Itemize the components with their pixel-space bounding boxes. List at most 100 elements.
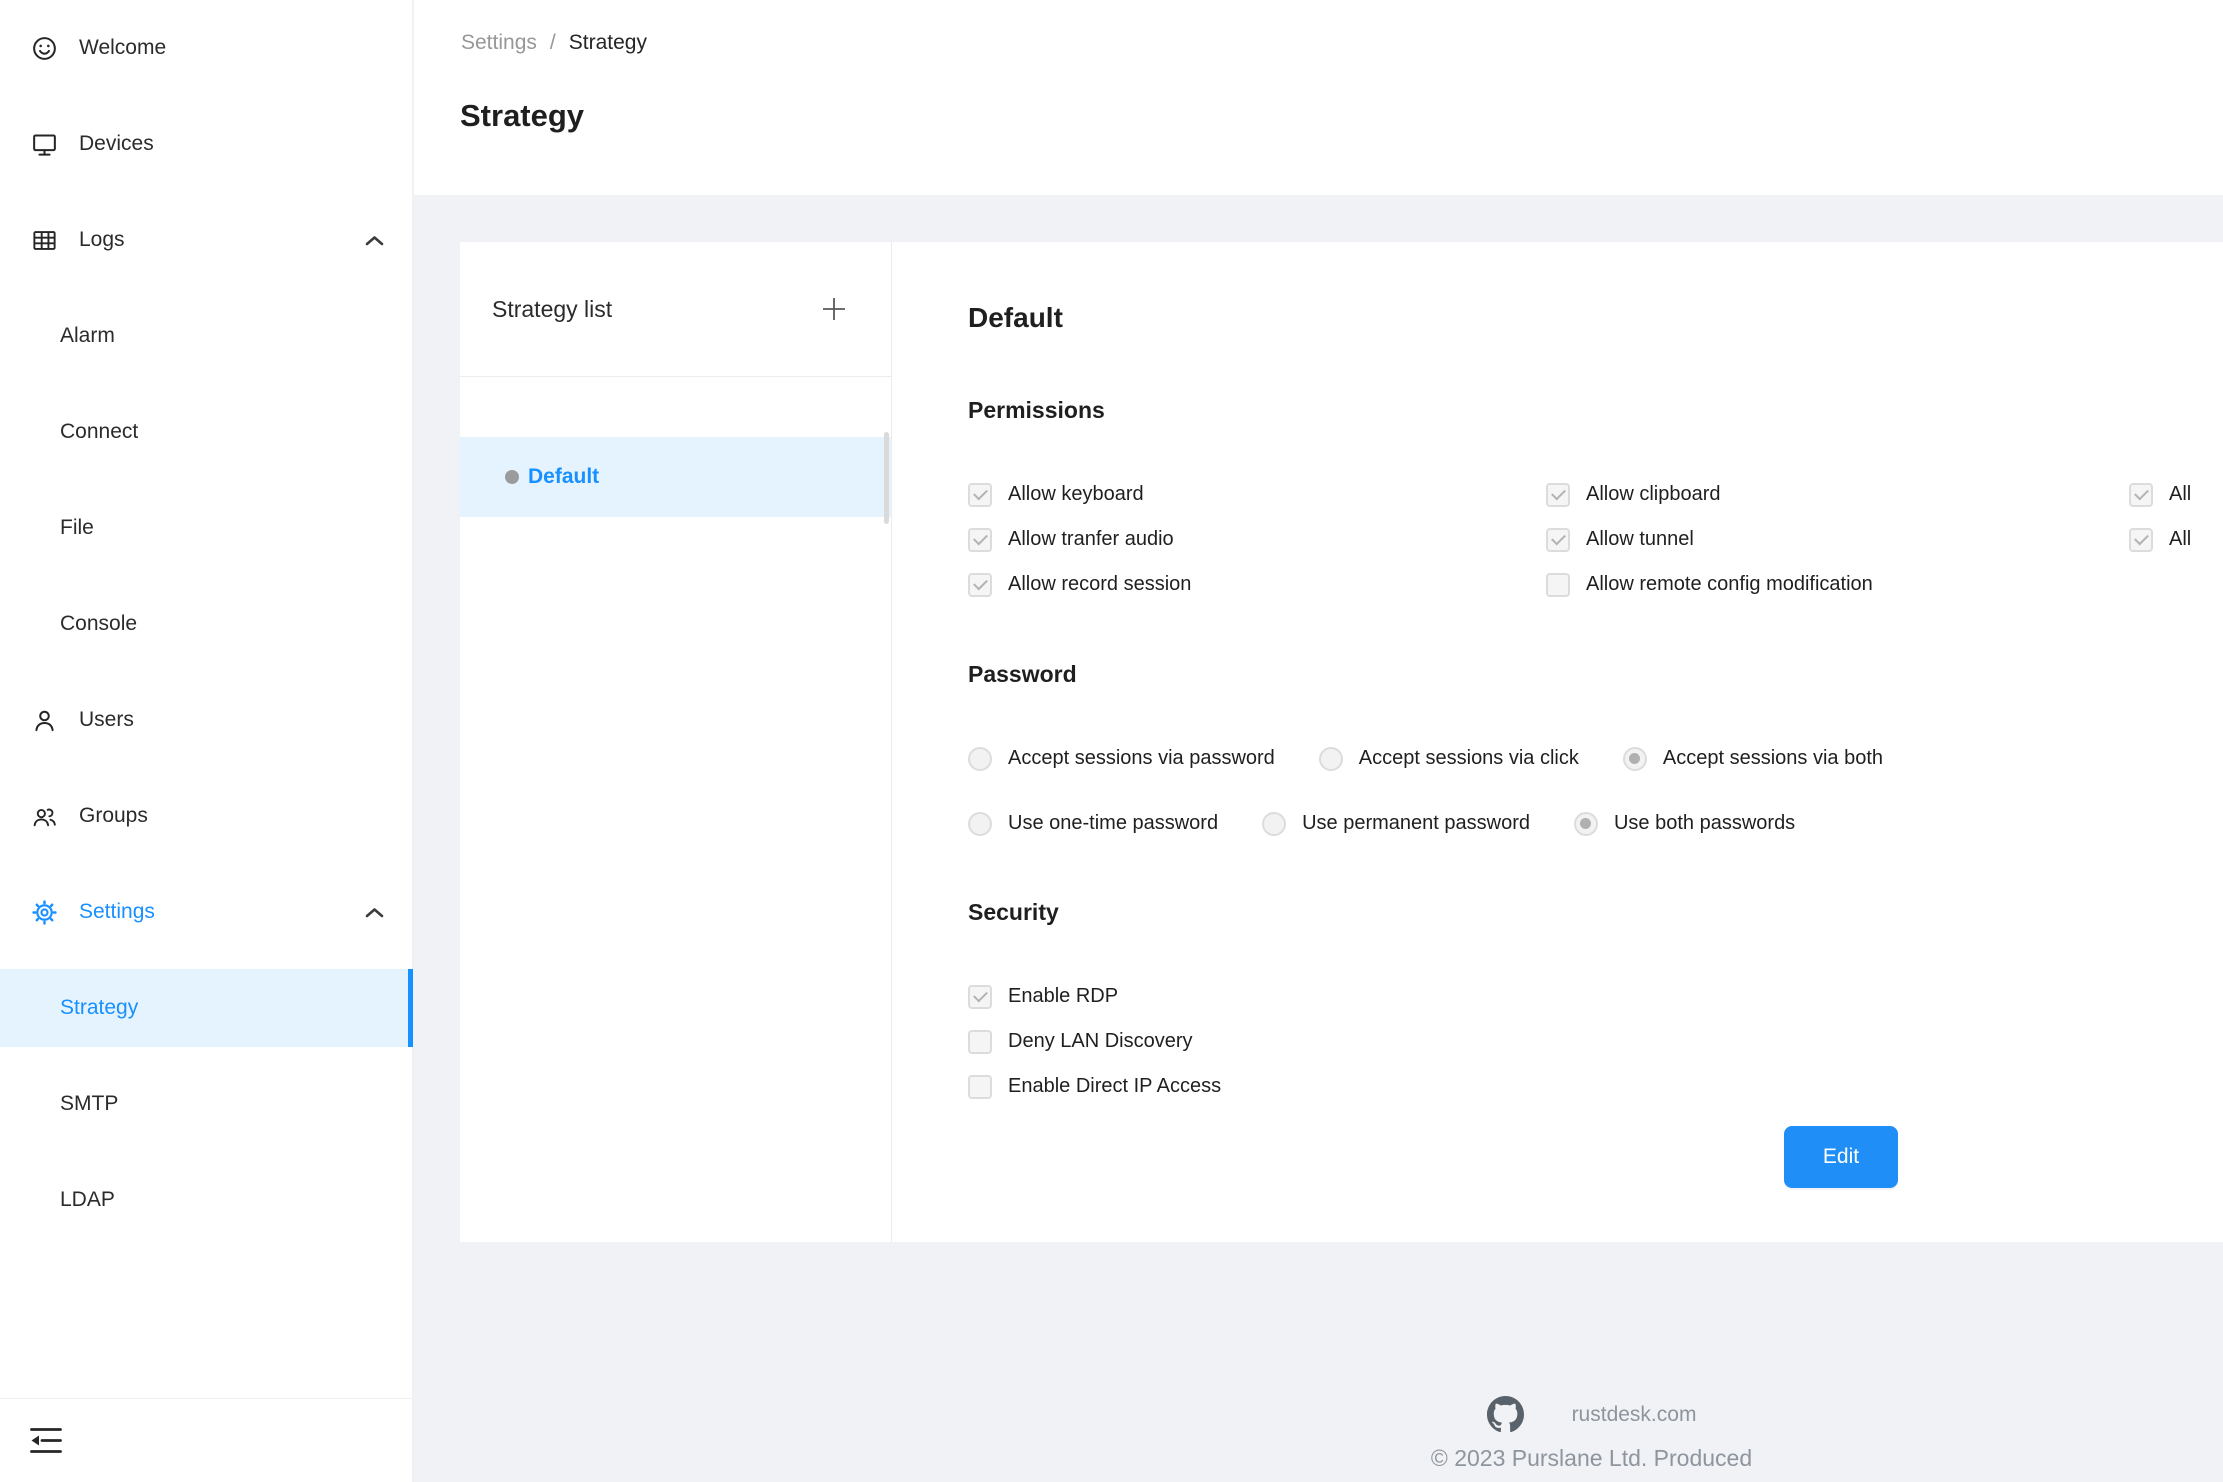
menu-fold-icon[interactable]	[30, 1427, 62, 1454]
sidebar-item-label: File	[60, 516, 94, 540]
sidebar-item-label: Connect	[60, 420, 138, 444]
github-icon[interactable]	[1487, 1396, 1524, 1433]
checkbox[interactable]	[1546, 573, 1570, 597]
checkbox-label: Enable Direct IP Access	[1008, 1075, 1221, 1098]
checkbox-label: All	[2169, 483, 2191, 506]
plus-icon[interactable]	[821, 296, 847, 322]
radio-both-passwords[interactable]: Use both passwords	[1574, 812, 1795, 836]
sidebar-item-welcome[interactable]: Welcome	[0, 0, 412, 96]
radio-accept-via-click[interactable]: Accept sessions via click	[1319, 747, 1579, 771]
checkbox[interactable]	[968, 483, 992, 507]
gear-icon	[30, 898, 58, 926]
checkbox-label: Deny LAN Discovery	[1008, 1030, 1193, 1053]
sidebar-item-console[interactable]: Console	[0, 576, 412, 672]
rustdesk-link[interactable]: rustdesk.com	[1572, 1403, 1697, 1427]
strategy-list-header: Strategy list	[460, 242, 891, 377]
checkbox-allow-record-session[interactable]: Allow record session	[968, 573, 1546, 597]
page-header: Settings / Strategy Strategy	[414, 0, 2223, 195]
strategy-detail-panel: Default Permissions Allow keyboard Allow…	[892, 242, 2223, 1242]
checkbox-enable-direct-ip[interactable]: Enable Direct IP Access	[968, 1075, 1568, 1099]
sidebar-item-label: Groups	[79, 804, 148, 828]
checkbox[interactable]	[968, 528, 992, 552]
sidebar-item-alarm[interactable]: Alarm	[0, 288, 412, 384]
radio[interactable]	[1319, 747, 1343, 771]
checkbox-label: Allow tunnel	[1586, 528, 1694, 551]
radio[interactable]	[1623, 747, 1647, 771]
sidebar-item-devices[interactable]: Devices	[0, 96, 412, 192]
checkbox-enable-rdp[interactable]: Enable RDP	[968, 985, 1568, 1009]
checkbox[interactable]	[968, 985, 992, 1009]
user-icon	[30, 706, 58, 734]
checkbox-truncated-1[interactable]: All	[2129, 483, 2223, 507]
sidebar-footer	[0, 1398, 412, 1482]
sidebar-item-label: Strategy	[60, 996, 138, 1020]
checkbox-deny-lan-discovery[interactable]: Deny LAN Discovery	[968, 1030, 1568, 1054]
checkbox-allow-remote-config[interactable]: Allow remote config modification	[1546, 573, 2129, 597]
breadcrumb: Settings / Strategy	[461, 31, 647, 55]
radio-accept-via-password[interactable]: Accept sessions via password	[968, 747, 1275, 771]
sidebar-item-ldap[interactable]: LDAP	[0, 1152, 412, 1248]
checkbox[interactable]	[968, 573, 992, 597]
breadcrumb-strategy: Strategy	[569, 31, 647, 55]
sidebar-item-strategy[interactable]: Strategy	[0, 969, 412, 1047]
team-icon	[30, 802, 58, 830]
checkbox[interactable]	[1546, 483, 1570, 507]
permissions-grid: Allow keyboard Allow clipboard All Allow…	[968, 472, 2223, 607]
strategy-list-panel: Strategy list Default	[460, 242, 892, 1242]
sidebar-item-users[interactable]: Users	[0, 672, 412, 768]
radio-label: Use both passwords	[1614, 812, 1795, 835]
sidebar-item-logs[interactable]: Logs	[0, 192, 412, 288]
checkbox-truncated-2[interactable]: All	[2129, 528, 2223, 552]
sidebar-item-smtp[interactable]: SMTP	[0, 1056, 412, 1152]
chevron-up-icon[interactable]	[365, 907, 384, 918]
edit-button[interactable]: Edit	[1784, 1126, 1898, 1188]
radio-label: Use one-time password	[1008, 812, 1218, 835]
checkbox-allow-tunnel[interactable]: Allow tunnel	[1546, 528, 2129, 552]
checkbox-label: Allow keyboard	[1008, 483, 1144, 506]
sidebar-item-label: Alarm	[60, 324, 115, 348]
radio[interactable]	[1262, 812, 1286, 836]
checkbox-allow-transfer-audio[interactable]: Allow tranfer audio	[968, 528, 1546, 552]
list-scrollbar[interactable]	[884, 432, 889, 524]
checkbox-label: All	[2169, 528, 2191, 551]
checkbox-allow-keyboard[interactable]: Allow keyboard	[968, 483, 1546, 507]
sidebar-item-connect[interactable]: Connect	[0, 384, 412, 480]
sidebar-item-file[interactable]: File	[0, 480, 412, 576]
breadcrumb-settings[interactable]: Settings	[461, 31, 537, 55]
strategy-list-item-default[interactable]: Default	[460, 437, 891, 517]
radio-accept-via-both[interactable]: Accept sessions via both	[1623, 747, 1883, 771]
checkbox-label: Allow clipboard	[1586, 483, 1721, 506]
checkbox[interactable]	[968, 1075, 992, 1099]
checkbox[interactable]	[968, 1030, 992, 1054]
sidebar-item-settings[interactable]: Settings	[0, 864, 412, 960]
sidebar-item-label: Console	[60, 612, 137, 636]
checkbox-label: Enable RDP	[1008, 985, 1118, 1008]
radio-one-time-password[interactable]: Use one-time password	[968, 812, 1218, 836]
security-checkboxes: Enable RDP Deny LAN Discovery Enable Dir…	[968, 974, 1568, 1109]
sidebar-item-label: SMTP	[60, 1092, 118, 1116]
radio[interactable]	[1574, 812, 1598, 836]
sidebar-item-label: LDAP	[60, 1188, 115, 1212]
copyright-text: © 2023 Purslane Ltd. Produced	[960, 1445, 2223, 1472]
checkbox[interactable]	[2129, 528, 2153, 552]
radio-label: Use permanent password	[1302, 812, 1530, 835]
sidebar-item-groups[interactable]: Groups	[0, 768, 412, 864]
breadcrumb-separator: /	[550, 31, 556, 55]
checkbox[interactable]	[2129, 483, 2153, 507]
sidebar-item-label: Settings	[79, 900, 155, 924]
checkbox-allow-clipboard[interactable]: Allow clipboard	[1546, 483, 2129, 507]
radio[interactable]	[968, 747, 992, 771]
security-heading: Security	[968, 894, 2223, 930]
radio[interactable]	[968, 812, 992, 836]
page-footer: rustdesk.com © 2023 Purslane Ltd. Produc…	[960, 1396, 2223, 1472]
edit-button-row: Edit	[968, 1126, 2223, 1188]
radio-permanent-password[interactable]: Use permanent password	[1262, 812, 1530, 836]
checkbox[interactable]	[1546, 528, 1570, 552]
smiley-icon	[30, 34, 58, 62]
radio-label: Accept sessions via password	[1008, 747, 1275, 770]
password-type-radios: Use one-time password Use permanent pass…	[968, 801, 2223, 846]
checkbox-label: Allow remote config modification	[1586, 573, 1873, 596]
detail-title: Default	[968, 298, 2223, 338]
strategy-list-title: Strategy list	[492, 296, 821, 323]
chevron-up-icon[interactable]	[365, 235, 384, 246]
